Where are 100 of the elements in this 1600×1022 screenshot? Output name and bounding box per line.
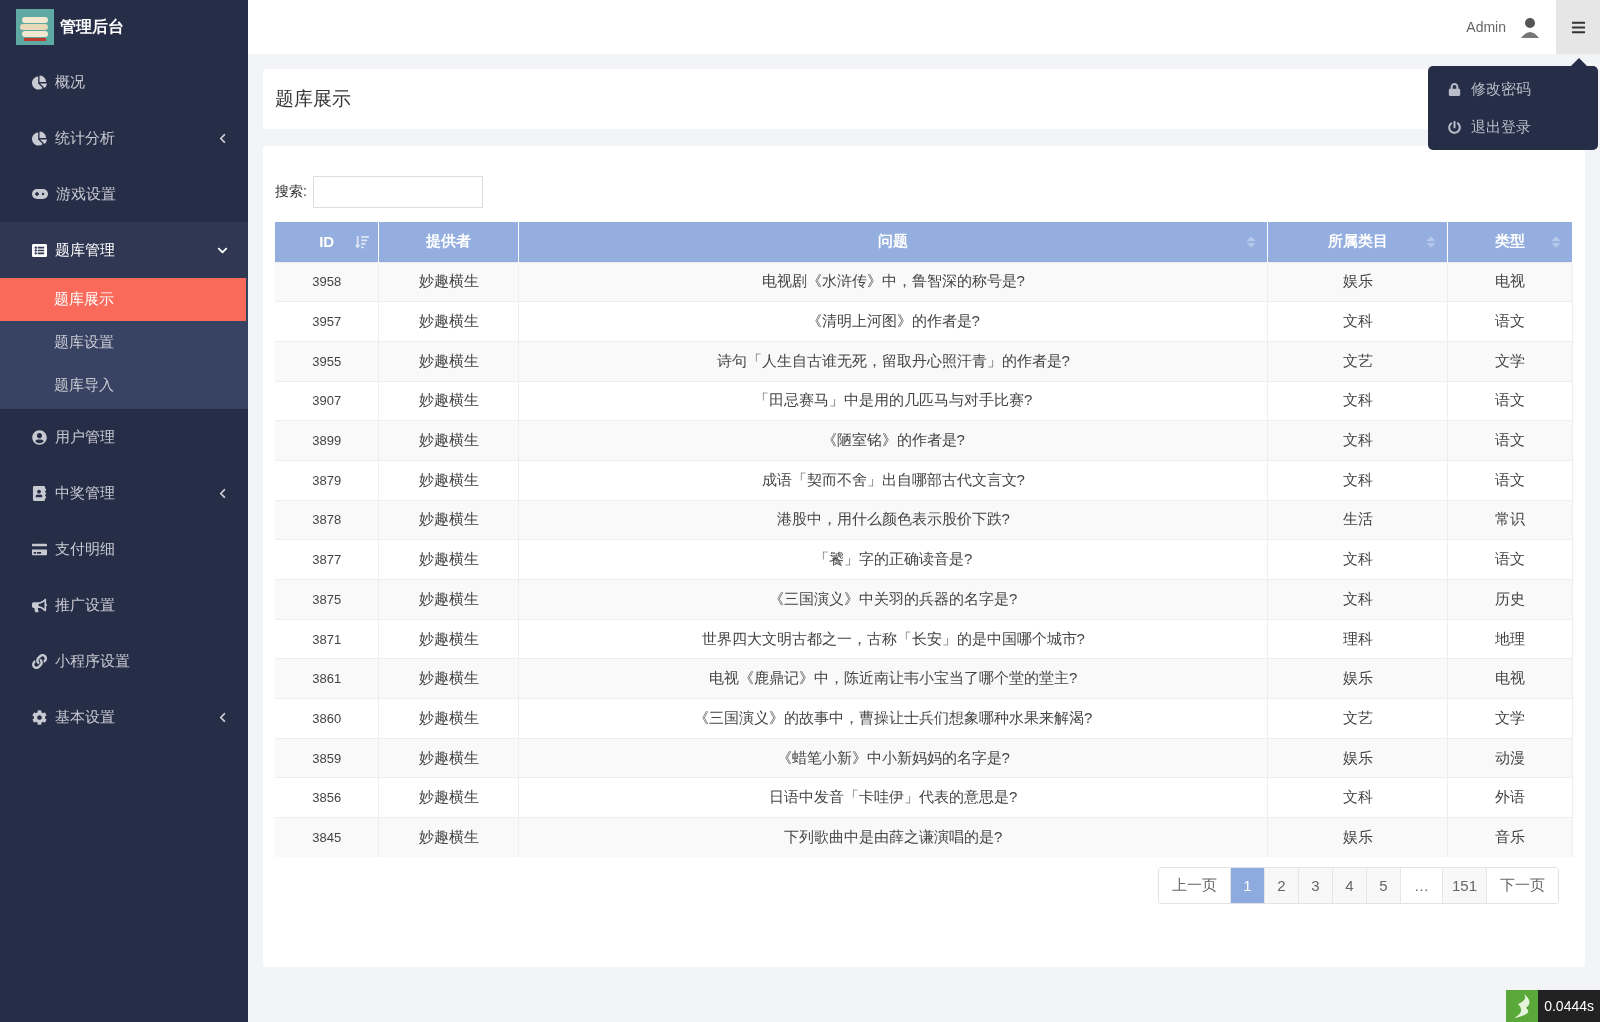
menu-button[interactable] bbox=[1556, 0, 1600, 54]
table-cell: 外语 bbox=[1447, 777, 1573, 818]
user-icon bbox=[32, 429, 47, 445]
megaphone-icon bbox=[32, 597, 47, 613]
table-cell: 常识 bbox=[1447, 500, 1573, 540]
contact-card-icon bbox=[32, 485, 47, 501]
table-cell: 世界四大文明古都之一，古称「长安」的是中国哪个城市? bbox=[518, 619, 1268, 659]
table-cell: 语文 bbox=[1447, 301, 1573, 342]
table-cell: 3861 bbox=[275, 658, 379, 699]
sidebar-item[interactable]: 用户管理 bbox=[0, 409, 248, 465]
sort-descending-icon[interactable] bbox=[355, 235, 370, 249]
credit-card-icon bbox=[32, 541, 47, 557]
table-cell: 妙趣横生 bbox=[378, 539, 519, 580]
table-cell: 文科 bbox=[1267, 420, 1448, 461]
lock-icon bbox=[1448, 82, 1461, 96]
search-field[interactable] bbox=[312, 176, 483, 208]
table-cell: 妙趣横生 bbox=[378, 817, 519, 858]
gamepad-icon bbox=[32, 189, 48, 199]
pie-chart-icon bbox=[32, 130, 47, 146]
sort-icon[interactable] bbox=[1549, 235, 1563, 249]
previous-page-button[interactable]: 上一页 bbox=[1158, 868, 1231, 904]
brand-title: 管理后台 bbox=[60, 16, 124, 37]
table-cell: 电视 bbox=[1447, 658, 1573, 699]
table-cell: 3955 bbox=[275, 341, 379, 382]
menu-icon bbox=[1570, 19, 1586, 35]
table-cell: 妙趣横生 bbox=[378, 777, 519, 818]
table-cell: 「饕」字的正确读音是? bbox=[518, 539, 1268, 580]
table-cell: 《清明上河图》的作者是? bbox=[518, 301, 1268, 342]
table-cell: 3878 bbox=[275, 500, 379, 540]
table-cell: 文学 bbox=[1447, 698, 1573, 739]
table-cell: 文科 bbox=[1267, 539, 1448, 580]
sidebar-item[interactable]: 支付明细 bbox=[0, 521, 248, 577]
table-cell: 电视 bbox=[1447, 262, 1573, 302]
page-button[interactable]: 4 bbox=[1332, 868, 1367, 904]
table-cell: 文科 bbox=[1267, 579, 1448, 620]
table-cell: 娱乐 bbox=[1267, 262, 1448, 302]
settings-icon bbox=[32, 709, 47, 725]
table-cell: 妙趣横生 bbox=[378, 341, 519, 382]
search-label: 搜索: bbox=[275, 183, 307, 201]
table-cell: 文科 bbox=[1267, 460, 1448, 501]
sidebar-item[interactable]: 小程序设置 bbox=[0, 633, 248, 689]
table-cell: 3856 bbox=[275, 777, 379, 818]
sidebar-item[interactable]: 中奖管理 bbox=[0, 465, 248, 521]
table-cell: 历史 bbox=[1447, 579, 1573, 620]
dropdown-item[interactable]: 修改密码 bbox=[1428, 70, 1598, 108]
table-cell: 下列歌曲中是由薛之谦演唱的是? bbox=[518, 817, 1268, 858]
sidebar-subitem[interactable]: 题库导入 bbox=[0, 364, 248, 407]
chevron-left-icon bbox=[217, 487, 228, 499]
table-cell: 地理 bbox=[1447, 619, 1573, 659]
table-cell: 妙趣横生 bbox=[378, 262, 519, 302]
table-cell: 妙趣横生 bbox=[378, 579, 519, 620]
table-cell: 语文 bbox=[1447, 420, 1573, 461]
sidebar-subitem[interactable]: 题库设置 bbox=[0, 321, 248, 364]
table-cell: 动漫 bbox=[1447, 738, 1573, 778]
table-cell: 3957 bbox=[275, 301, 379, 342]
flame-logo-icon[interactable] bbox=[1506, 990, 1539, 1022]
table-cell: 妙趣横生 bbox=[378, 619, 519, 659]
table-cell: 3877 bbox=[275, 539, 379, 580]
table-cell: 妙趣横生 bbox=[378, 381, 519, 421]
table-cell: 电视剧《水浒传》中，鲁智深的称号是? bbox=[518, 262, 1268, 302]
dropdown-item[interactable]: 退出登录 bbox=[1428, 108, 1598, 146]
table-cell: 娱乐 bbox=[1267, 817, 1448, 858]
table-cell: 《蜡笔小新》中小新妈妈的名字是? bbox=[518, 738, 1268, 778]
sidebar-item[interactable]: 概况 bbox=[0, 54, 248, 110]
avatar-icon[interactable] bbox=[1520, 16, 1540, 38]
table-cell: 3907 bbox=[275, 381, 379, 421]
sidebar-item[interactable]: 游戏设置 bbox=[0, 166, 248, 222]
page-button[interactable]: 5 bbox=[1366, 868, 1401, 904]
list-icon bbox=[32, 242, 47, 258]
sidebar-item[interactable]: 推广设置 bbox=[0, 577, 248, 633]
column-header: 提供者 bbox=[378, 222, 519, 262]
table-cell: 日语中发音「卡哇伊」代表的意思是? bbox=[518, 777, 1268, 818]
table-cell: 语文 bbox=[1447, 460, 1573, 501]
sidebar-item[interactable]: 基本设置 bbox=[0, 689, 248, 745]
table-cell: 妙趣横生 bbox=[378, 500, 519, 540]
table-cell: 文学 bbox=[1447, 341, 1573, 382]
table-cell: 《陋室铭》的作者是? bbox=[518, 420, 1268, 461]
dropdown-item-label: 修改密码 bbox=[1471, 79, 1531, 99]
table-cell: 文科 bbox=[1267, 381, 1448, 421]
user-name[interactable]: Admin bbox=[1466, 19, 1506, 35]
table-cell: 文艺 bbox=[1267, 698, 1448, 739]
table-cell: 3958 bbox=[275, 262, 379, 302]
table-cell: 妙趣横生 bbox=[378, 658, 519, 699]
table-cell: 「田忌赛马」中是用的几匹马与对手比赛? bbox=[518, 381, 1268, 421]
table-cell: 《三国演义》的故事中，曹操让士兵们想象哪种水果来解渴? bbox=[518, 698, 1268, 739]
table-cell: 娱乐 bbox=[1267, 658, 1448, 699]
page-button[interactable]: 3 bbox=[1298, 868, 1333, 904]
table-cell: 理科 bbox=[1267, 619, 1448, 659]
table-cell: 妙趣横生 bbox=[378, 420, 519, 461]
table-cell: 妙趣横生 bbox=[378, 301, 519, 342]
table-cell: 3845 bbox=[275, 817, 379, 858]
table-cell: 娱乐 bbox=[1267, 738, 1448, 778]
table-cell: 成语「契而不舍」出自哪部古代文言文? bbox=[518, 460, 1268, 501]
table-cell: 3899 bbox=[275, 420, 379, 461]
sidebar-item[interactable]: 题库管理 bbox=[0, 222, 248, 278]
table-cell: 3859 bbox=[275, 738, 379, 778]
table-cell: 《三国演义》中关羽的兵器的名字是? bbox=[518, 579, 1268, 620]
page-button[interactable]: 2 bbox=[1264, 868, 1299, 904]
sidebar-item[interactable]: 统计分析 bbox=[0, 110, 248, 166]
page-button[interactable]: 151 bbox=[1442, 868, 1487, 904]
